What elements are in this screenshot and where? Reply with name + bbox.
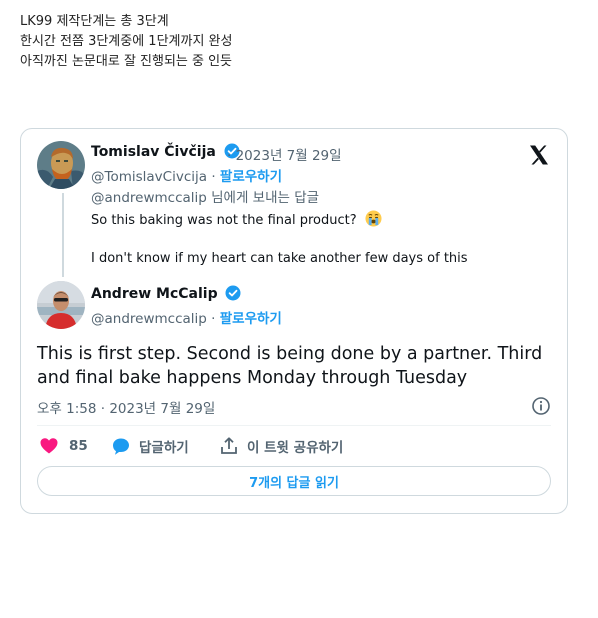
parent-handle[interactable]: @TomislavCivcija <box>91 169 207 185</box>
reply-to-handle[interactable]: @andrewmccalip <box>91 190 207 206</box>
divider <box>37 425 551 426</box>
parent-text-1: So this baking was not the final product… <box>91 213 357 228</box>
heart-icon <box>40 438 58 454</box>
parent-date[interactable]: · 2023년 7월 29일 <box>227 144 342 164</box>
x-logo-icon[interactable] <box>527 143 551 167</box>
like-count: 85 <box>69 438 88 454</box>
post-line-2: 한시간 전쯤 3단계중에 1단계까지 완성 <box>20 34 233 49</box>
separator-dot: · <box>211 169 216 185</box>
parent-text-line-1: So this baking was not the final product… <box>91 210 382 228</box>
main-author-name-text[interactable]: Andrew McCalip <box>91 286 218 302</box>
reply-to-line: @andrewmccalip 님에게 보내는 답글 <box>91 186 319 206</box>
avatar-tomislav[interactable] <box>37 141 85 189</box>
main-text-line-2: and final bake happens Monday through Tu… <box>37 368 468 388</box>
verified-badge-icon <box>225 285 241 301</box>
separator-dot: · <box>211 311 216 327</box>
post-text: LK99 제작단계는 총 3단계 한시간 전쯤 3단계중에 1단계까지 완성 아… <box>20 12 232 72</box>
crying-face-emoji-icon <box>365 210 382 227</box>
parent-text-2: I don't know if my heart can take anothe… <box>91 251 468 266</box>
main-follow-link[interactable]: 팔로우하기 <box>220 311 282 327</box>
avatar-andrew[interactable] <box>37 281 85 329</box>
info-icon[interactable] <box>531 396 551 416</box>
parent-author-name[interactable]: Tomislav Čivčija <box>91 143 240 160</box>
post-line-1: LK99 제작단계는 총 3단계 <box>20 14 169 29</box>
read-replies-button[interactable]: 7개의 답글 읽기 <box>37 466 551 496</box>
main-tweet-text: This is first step. Second is being done… <box>37 342 542 390</box>
share-button[interactable]: 이 트윗 공유하기 <box>219 436 343 456</box>
main-timestamp[interactable]: 오후 1:58 · 2023년 7월 29일 <box>37 397 215 417</box>
main-text-line-1: This is first step. Second is being done… <box>37 344 543 364</box>
thread-line <box>62 193 64 277</box>
parent-follow-link[interactable]: 팔로우하기 <box>220 169 282 185</box>
reply-button[interactable]: 답글하기 <box>111 436 189 456</box>
parent-handle-row: @TomislavCivcija · 팔로우하기 <box>91 165 282 185</box>
main-handle-row: @andrewmccalip · 팔로우하기 <box>91 307 282 327</box>
like-button[interactable]: 85 <box>39 436 88 456</box>
main-author-name[interactable]: Andrew McCalip <box>91 285 241 302</box>
reply-label: 답글하기 <box>139 440 189 456</box>
parent-author-name-text[interactable]: Tomislav Čivčija <box>91 144 216 160</box>
share-upload-icon <box>221 437 237 454</box>
reply-bubble-icon <box>113 438 129 455</box>
post-line-3: 아직까진 논문대로 잘 진행되는 중 인듯 <box>20 54 233 69</box>
embedded-tweet-card[interactable]: Tomislav Čivčija · 2023년 7월 29일 @Tomisla… <box>20 128 568 514</box>
share-label: 이 트윗 공유하기 <box>247 440 344 456</box>
reply-to-suffix: 님에게 보내는 답글 <box>206 190 320 206</box>
main-handle[interactable]: @andrewmccalip <box>91 311 207 327</box>
